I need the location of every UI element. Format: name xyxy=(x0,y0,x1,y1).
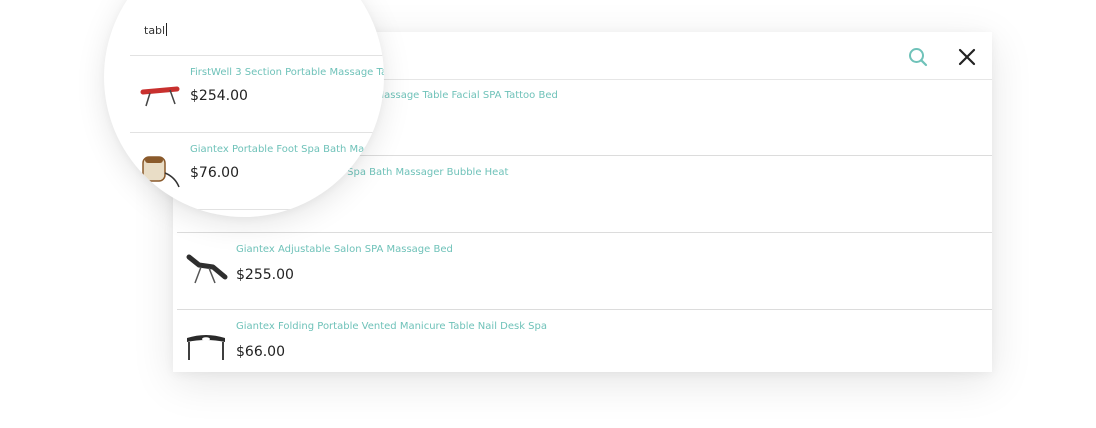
zoomed-search-query: tabl xyxy=(144,23,168,37)
zoomed-result-name[interactable]: FirstWell 3 Section Portable Massage Tab… xyxy=(190,67,384,78)
zoomed-result-name[interactable]: Giantex Portable Foot Spa Bath Massager … xyxy=(190,144,384,155)
zoomed-result-price: $76.00 xyxy=(190,165,239,181)
zoomed-result-item[interactable]: FirstWell 3 Section Portable Massage Tab… xyxy=(130,56,384,132)
result-name[interactable]: Giantex Adjustable Salon SPA Massage Bed xyxy=(236,244,453,255)
divider xyxy=(130,209,384,210)
result-price: $66.00 xyxy=(236,344,285,360)
result-price: $255.00 xyxy=(236,267,294,283)
result-item[interactable]: Giantex Adjustable Salon SPA Massage Bed… xyxy=(177,233,992,310)
result-item[interactable]: Giantex Folding Portable Vented Manicure… xyxy=(177,310,992,372)
zoom-content: tabl FirstWell 3 Section Portable Massag… xyxy=(104,0,384,217)
result-name[interactable]: Giantex Folding Portable Vented Manicure… xyxy=(236,321,547,332)
text-caret xyxy=(166,23,168,36)
zoomed-query-text: tabl xyxy=(144,24,166,37)
zoom-magnifier: tabl FirstWell 3 Section Portable Massag… xyxy=(104,0,384,217)
zoomed-result-item[interactable]: Giantex Portable Foot Spa Bath Massager … xyxy=(130,133,384,209)
zoomed-result-price: $254.00 xyxy=(190,88,248,104)
manicure-table-image xyxy=(187,335,225,360)
search-icon[interactable] xyxy=(907,46,929,68)
salon-bed-image xyxy=(186,254,228,284)
foot-spa-image xyxy=(142,156,180,188)
close-icon[interactable] xyxy=(956,46,978,68)
massage-table-image xyxy=(140,86,180,107)
